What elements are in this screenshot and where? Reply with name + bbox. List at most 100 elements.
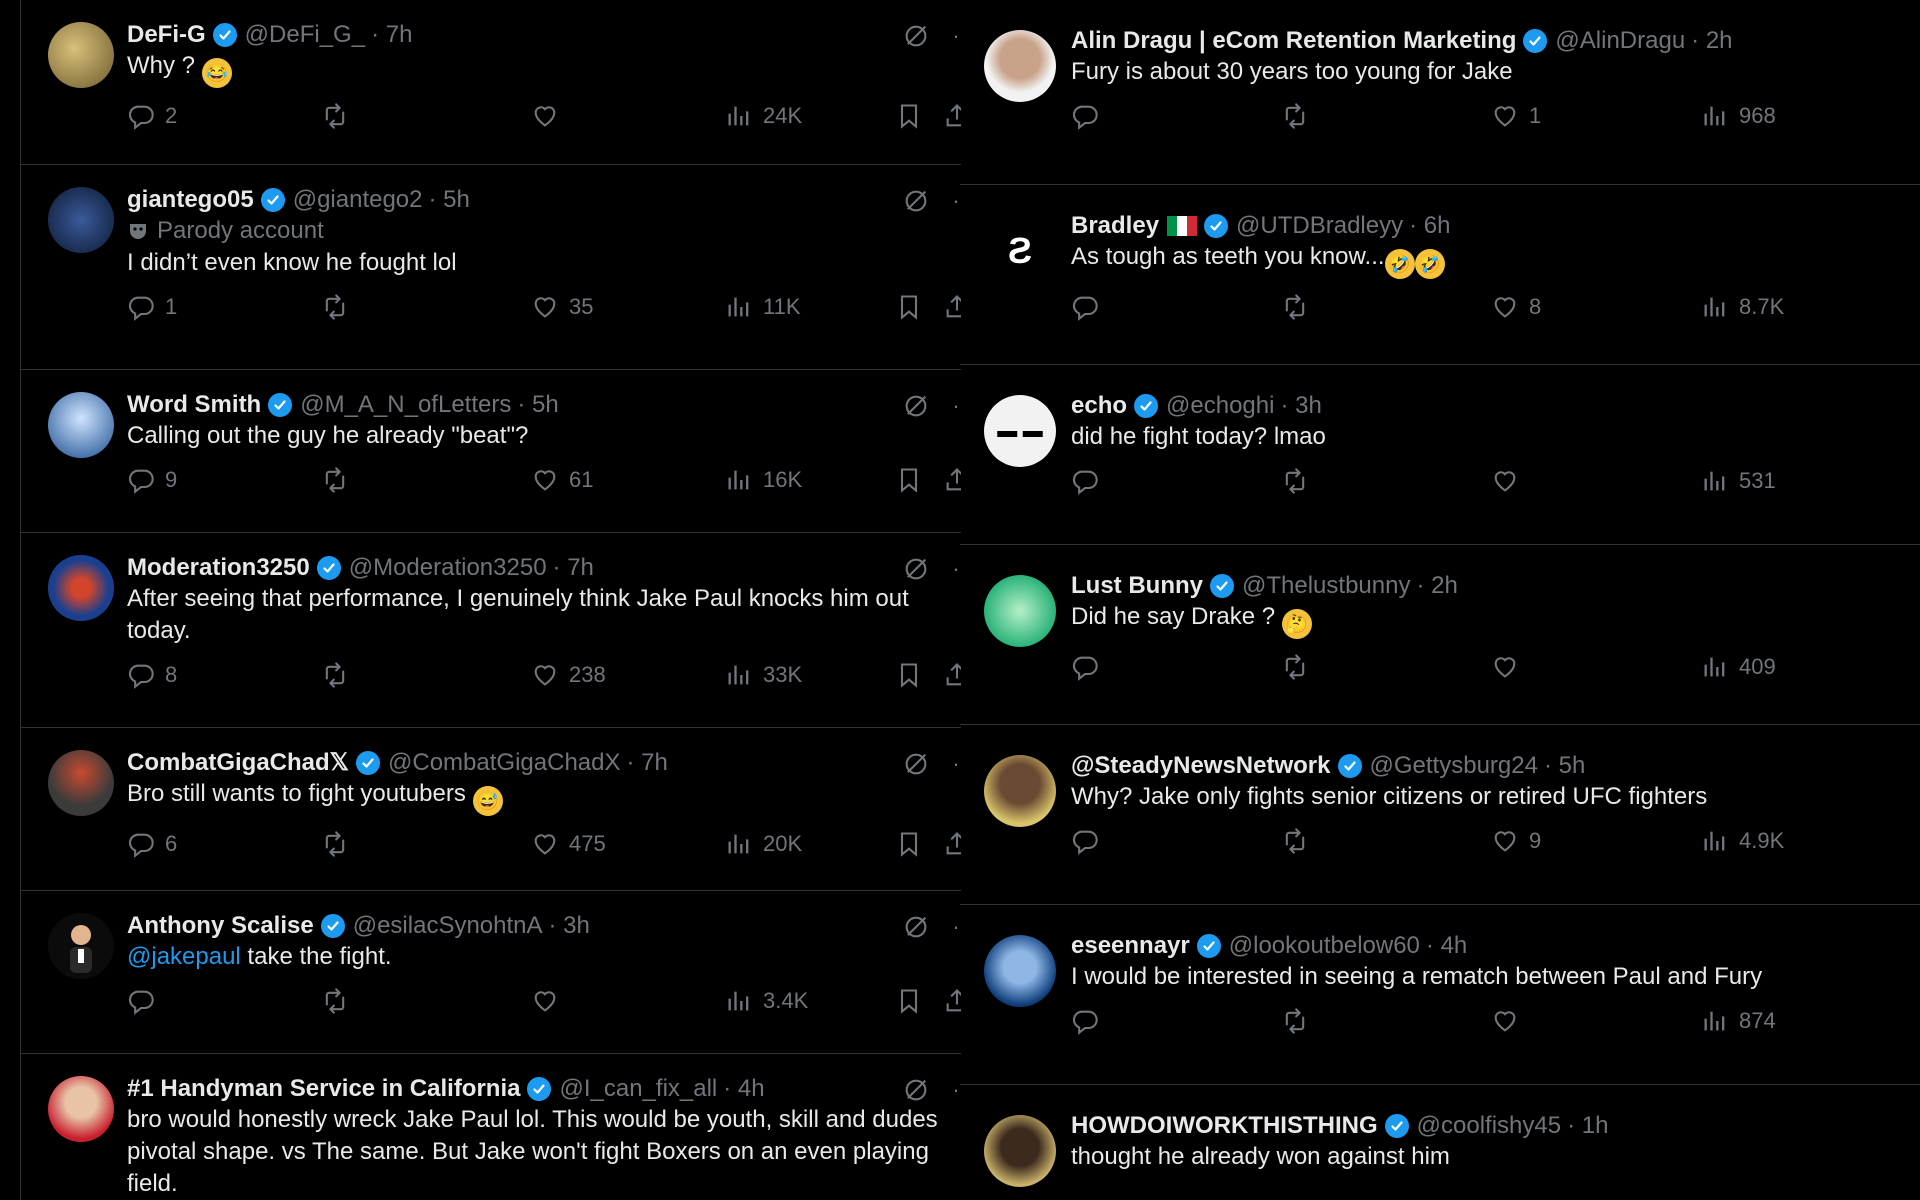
tweet-time[interactable]: · 5h <box>517 390 558 420</box>
like-button[interactable]: 475 <box>531 830 606 858</box>
share-button[interactable] <box>943 293 961 321</box>
user-handle[interactable]: @lookoutbelow60 <box>1229 931 1420 961</box>
grok-icon[interactable] <box>902 750 930 778</box>
like-button[interactable]: 9 <box>1491 827 1541 855</box>
bookmark-button[interactable] <box>895 293 933 321</box>
retweet-button[interactable] <box>1281 827 1319 855</box>
tweet-time[interactable]: · 6h <box>1409 211 1450 241</box>
tweet-card[interactable]: Alin Dragu | eCom Retention Marketing @A… <box>960 0 1920 185</box>
grok-icon[interactable] <box>902 22 930 50</box>
like-button[interactable] <box>531 987 569 1015</box>
tweet-card[interactable]: Anthony Scalise @esilacSynohtnA · 3h @ja… <box>21 891 961 1054</box>
display-name[interactable]: @SteadyNewsNetwork <box>1071 751 1331 781</box>
share-button[interactable] <box>943 661 961 689</box>
retweet-button[interactable] <box>1281 467 1319 495</box>
like-button[interactable] <box>531 102 569 130</box>
avatar[interactable] <box>984 575 1056 647</box>
display-name[interactable]: Word Smith <box>127 390 261 420</box>
share-button[interactable] <box>943 102 961 130</box>
tweet-card[interactable]: ▬ ▬ echo @echoghi · 3h did he fight toda… <box>960 365 1920 545</box>
retweet-button[interactable] <box>1281 102 1319 130</box>
like-button[interactable]: 1 <box>1491 102 1541 130</box>
user-handle[interactable]: @M_A_N_ofLetters <box>300 390 511 420</box>
tweet-time[interactable]: · 2h <box>1691 26 1732 56</box>
user-handle[interactable]: @esilacSynohtnA <box>353 911 543 941</box>
retweet-button[interactable] <box>321 293 359 321</box>
user-handle[interactable]: @AlinDragu <box>1555 26 1685 56</box>
bookmark-button[interactable] <box>895 830 933 858</box>
display-name[interactable]: Moderation3250 <box>127 553 310 583</box>
display-name[interactable]: HOWDOIWORKTHISTHING <box>1071 1111 1378 1141</box>
reply-button[interactable]: 2 <box>127 102 177 130</box>
like-button[interactable] <box>1491 467 1529 495</box>
tweet-card[interactable]: eseennayr @lookoutbelow60 · 4h I would b… <box>960 905 1920 1085</box>
tweet-card[interactable]: CombatGigaChad𝕏 @CombatGigaChadX · 7h Br… <box>21 728 961 891</box>
tweet-time[interactable]: · 1h <box>1567 1111 1608 1141</box>
avatar[interactable] <box>48 1076 114 1142</box>
views-button[interactable]: 968 <box>1701 102 1776 130</box>
share-button[interactable] <box>943 987 961 1015</box>
grok-icon[interactable] <box>902 1076 930 1104</box>
reply-button[interactable] <box>1071 827 1109 855</box>
tweet-time[interactable]: · 7h <box>371 20 412 50</box>
views-button[interactable]: 3.4K <box>725 987 808 1015</box>
retweet-button[interactable] <box>321 830 359 858</box>
tweet-card[interactable]: @SteadyNewsNetwork @Gettysburg24 · 5h Wh… <box>960 725 1920 905</box>
display-name[interactable]: Lust Bunny <box>1071 571 1203 601</box>
tweet-card[interactable]: giantego05 @giantego2 · 5h Parody accoun… <box>21 165 961 370</box>
tweet-time[interactable]: · 2h <box>1416 571 1457 601</box>
avatar[interactable] <box>984 935 1056 1007</box>
avatar[interactable]: ▬ ▬ <box>984 395 1056 467</box>
avatar[interactable] <box>48 750 114 816</box>
views-button[interactable]: 409 <box>1701 653 1776 681</box>
views-button[interactable]: 11K <box>725 293 801 321</box>
retweet-button[interactable] <box>1281 653 1319 681</box>
reply-button[interactable]: 9 <box>127 466 177 494</box>
share-button[interactable] <box>943 466 961 494</box>
avatar[interactable] <box>48 392 114 458</box>
user-handle[interactable]: @DeFi_G_ <box>245 20 365 50</box>
tweet-card[interactable]: #1 Handyman Service in California @I_can… <box>21 1054 961 1200</box>
views-button[interactable]: 24K <box>725 102 802 130</box>
tweet-card[interactable]: HOWDOIWORKTHISTHING @coolfishy45 · 1h th… <box>960 1085 1920 1200</box>
user-handle[interactable]: @coolfishy45 <box>1417 1111 1561 1141</box>
tweet-card[interactable]: Word Smith @M_A_N_ofLetters · 5h Calling… <box>21 370 961 533</box>
views-button[interactable]: 874 <box>1701 1007 1776 1035</box>
views-button[interactable]: 531 <box>1701 467 1776 495</box>
avatar[interactable] <box>48 555 114 621</box>
display-name[interactable]: #1 Handyman Service in California <box>127 1074 520 1104</box>
bookmark-button[interactable] <box>895 661 933 689</box>
user-handle[interactable]: @Gettysburg24 <box>1370 751 1538 781</box>
avatar[interactable] <box>48 913 114 979</box>
user-handle[interactable]: @giantego2 <box>293 185 423 215</box>
retweet-button[interactable] <box>1281 293 1319 321</box>
bookmark-button[interactable] <box>895 987 933 1015</box>
tweet-card[interactable]: Moderation3250 @Moderation3250 · 7h Afte… <box>21 533 961 728</box>
like-button[interactable]: 61 <box>531 466 593 494</box>
like-button[interactable] <box>1491 653 1529 681</box>
retweet-button[interactable] <box>321 102 359 130</box>
avatar[interactable] <box>984 755 1056 827</box>
tweet-time[interactable]: · 3h <box>1280 391 1321 421</box>
views-button[interactable]: 16K <box>725 466 802 494</box>
user-handle[interactable]: @UTDBradleyy <box>1236 211 1403 241</box>
share-button[interactable] <box>943 830 961 858</box>
tweet-time[interactable]: · 3h <box>549 911 590 941</box>
display-name[interactable]: echo <box>1071 391 1127 421</box>
display-name[interactable]: Bradley <box>1071 211 1159 241</box>
reply-button[interactable]: 1 <box>127 293 177 321</box>
reply-button[interactable]: 8 <box>127 661 177 689</box>
tweet-time[interactable]: · 7h <box>553 553 594 583</box>
views-button[interactable]: 20K <box>725 830 802 858</box>
display-name[interactable]: giantego05 <box>127 185 254 215</box>
grok-icon[interactable] <box>902 187 930 215</box>
user-handle[interactable]: @CombatGigaChadX <box>388 748 620 778</box>
avatar[interactable] <box>48 187 114 253</box>
avatar[interactable] <box>984 1115 1056 1187</box>
like-button[interactable]: 35 <box>531 293 593 321</box>
reply-button[interactable] <box>1071 1007 1109 1035</box>
like-button[interactable] <box>1491 1007 1529 1035</box>
display-name[interactable]: eseennayr <box>1071 931 1190 961</box>
tweet-card[interactable]: Ƨ Bradley @UTDBradleyy · 6h As tough as … <box>960 185 1920 365</box>
tweet-time[interactable]: · 4h <box>723 1074 764 1104</box>
